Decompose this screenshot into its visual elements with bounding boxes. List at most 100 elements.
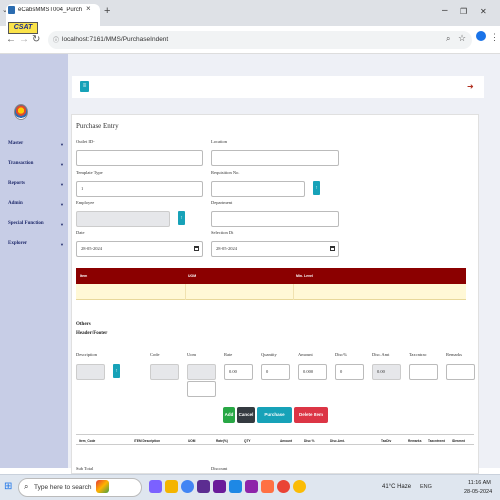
- menu-toggle-button[interactable]: ≡: [80, 81, 89, 92]
- col-description: Description: [76, 352, 97, 357]
- location-input[interactable]: [211, 150, 339, 166]
- minimize-icon[interactable]: –: [442, 5, 448, 16]
- outlet-label: Outlet ID-: [76, 139, 95, 144]
- template-type-input[interactable]: 1: [76, 181, 203, 197]
- selection-date-input[interactable]: 28-05-2024: [211, 241, 339, 257]
- app-icon[interactable]: [213, 480, 226, 493]
- tab-close-icon[interactable]: ×: [86, 4, 91, 13]
- flowers-app-icon[interactable]: [96, 480, 109, 493]
- windows-start-icon[interactable]: ⊞: [4, 481, 12, 492]
- employee-lookup-button[interactable]: ↑: [178, 211, 185, 225]
- disc-amt-input[interactable]: 0.00: [372, 364, 401, 380]
- selection-date-value: 28-05-2024: [216, 246, 237, 251]
- sidebar-item-reports[interactable]: Reports: [8, 181, 25, 186]
- sidebar-item-special-function[interactable]: Special Function: [8, 221, 44, 226]
- new-tab-button[interactable]: +: [104, 5, 110, 17]
- item-lookup-button[interactable]: ↑: [113, 364, 120, 378]
- browser-menu-icon[interactable]: ⋮: [490, 32, 499, 43]
- employee-input[interactable]: [76, 211, 170, 227]
- url-text[interactable]: localhost:7161/MMS/PurchaseIndent: [62, 36, 168, 43]
- grid-header-idrwmnt: IDrwmnt: [452, 438, 465, 443]
- uom-extra-input[interactable]: [187, 381, 216, 397]
- sidebar-item-master[interactable]: Master: [8, 141, 23, 146]
- col-quantity: Quantity: [261, 352, 277, 357]
- department-label: Department: [211, 200, 233, 205]
- chrome-icon[interactable]: [277, 480, 290, 493]
- visual-studio-icon[interactable]: [197, 480, 210, 493]
- weather-widget[interactable]: 41°C Haze: [382, 484, 411, 490]
- logout-icon[interactable]: ➜: [467, 82, 474, 91]
- page-title: Purchase Entry: [76, 122, 119, 130]
- uom-input[interactable]: [187, 364, 216, 380]
- date-input[interactable]: 28-05-2024: [76, 241, 203, 257]
- language-indicator[interactable]: ENG: [420, 484, 432, 490]
- close-window-icon[interactable]: ✕: [480, 7, 487, 16]
- clock-date[interactable]: 28-05-2024: [464, 489, 492, 495]
- outlook-icon[interactable]: [229, 480, 242, 493]
- chevron-down-icon: ▼: [60, 142, 64, 147]
- restore-icon[interactable]: ❐: [460, 7, 467, 16]
- rate-input[interactable]: 0.00: [224, 364, 253, 380]
- app-icon[interactable]: [149, 480, 162, 493]
- calendar-icon[interactable]: [194, 246, 199, 251]
- chrome-icon[interactable]: [181, 480, 194, 493]
- sidebar-item-admin[interactable]: Admin: [8, 201, 23, 206]
- chevron-down-icon: ▼: [60, 222, 64, 227]
- table-row[interactable]: [76, 284, 466, 300]
- remarks-input[interactable]: [446, 364, 475, 380]
- reload-icon[interactable]: ↻: [32, 34, 40, 45]
- profile-avatar[interactable]: [476, 31, 486, 41]
- purchase-transfer-button[interactable]: Purchase Transfer: [257, 407, 292, 433]
- requisition-input[interactable]: [211, 181, 305, 197]
- grid-header-remarks: Remarks: [408, 438, 422, 443]
- taxcntrac-input[interactable]: [409, 364, 438, 380]
- chrome-icon[interactable]: [293, 480, 306, 493]
- zoom-icon[interactable]: ⌕: [446, 34, 450, 44]
- add-button[interactable]: Add: [223, 407, 235, 423]
- forward-icon[interactable]: →: [19, 34, 29, 45]
- tab-favicon-icon: [8, 6, 15, 14]
- address-toolbar: ← → ↻ ⓘ localhost:7161/MMS/PurchaseInden…: [0, 26, 500, 54]
- taskbar-search-placeholder[interactable]: Type here to search: [34, 484, 91, 491]
- quantity-input[interactable]: 0: [261, 364, 290, 380]
- location-label: Location: [211, 139, 227, 144]
- others-label: Others: [76, 322, 91, 327]
- sidebar-item-explorer[interactable]: Explorer: [8, 241, 27, 246]
- requisition-label: Requisition No.: [211, 170, 240, 175]
- emblem-icon: [14, 104, 28, 120]
- sidebar-item-transaction[interactable]: Transaction: [8, 161, 33, 166]
- tab-title[interactable]: eCabsMMST004_Purchase Inde: [18, 7, 82, 13]
- amount-input[interactable]: 0.000: [298, 364, 327, 380]
- code-input[interactable]: [150, 364, 179, 380]
- delete-item-row-button[interactable]: Delete Item Row: [294, 407, 328, 433]
- app-sidebar: [0, 54, 68, 468]
- col-disc-amt: Disc.Amt: [372, 352, 390, 357]
- calendar-icon[interactable]: [330, 246, 335, 251]
- selection-date-label: Selection Dt: [211, 230, 234, 235]
- back-icon[interactable]: ←: [6, 34, 16, 45]
- app-icon[interactable]: [245, 480, 258, 493]
- department-input[interactable]: [211, 211, 339, 227]
- description-input[interactable]: [76, 364, 105, 380]
- grid-header-disc-pct: Disc %: [304, 438, 315, 443]
- clock-time[interactable]: 11:16 AM: [468, 480, 491, 486]
- requisition-lookup-button[interactable]: ↑: [313, 181, 320, 195]
- site-info-icon[interactable]: ⓘ: [53, 35, 59, 44]
- grid-header-taxcntrwnt: Taxcntrwnt: [428, 438, 445, 443]
- col-code: Code: [150, 352, 160, 357]
- bookmark-star-icon[interactable]: ☆: [458, 33, 466, 44]
- grid-header-rate: Rate(%): [216, 438, 228, 443]
- table-header-min-level: Min. Level: [296, 274, 313, 278]
- table-divider: [293, 284, 294, 300]
- item-grid-header: Item_Code ITEM Description UOM Rate(%) Q…: [76, 434, 474, 445]
- app-logo: CSAT: [8, 22, 38, 34]
- address-bar[interactable]: ⓘ localhost:7161/MMS/PurchaseIndent ⌕ ☆: [48, 31, 472, 49]
- grid-header-qty: QTY: [244, 438, 251, 443]
- app-icon[interactable]: [261, 480, 274, 493]
- template-type-label: Template Type: [76, 170, 103, 175]
- disc-pct-input[interactable]: 0: [335, 364, 364, 380]
- cancel-button[interactable]: Cancel: [237, 407, 255, 423]
- outlet-input[interactable]: [76, 150, 203, 166]
- file-explorer-icon[interactable]: [165, 480, 178, 493]
- grid-header-description: ITEM Description: [134, 438, 161, 443]
